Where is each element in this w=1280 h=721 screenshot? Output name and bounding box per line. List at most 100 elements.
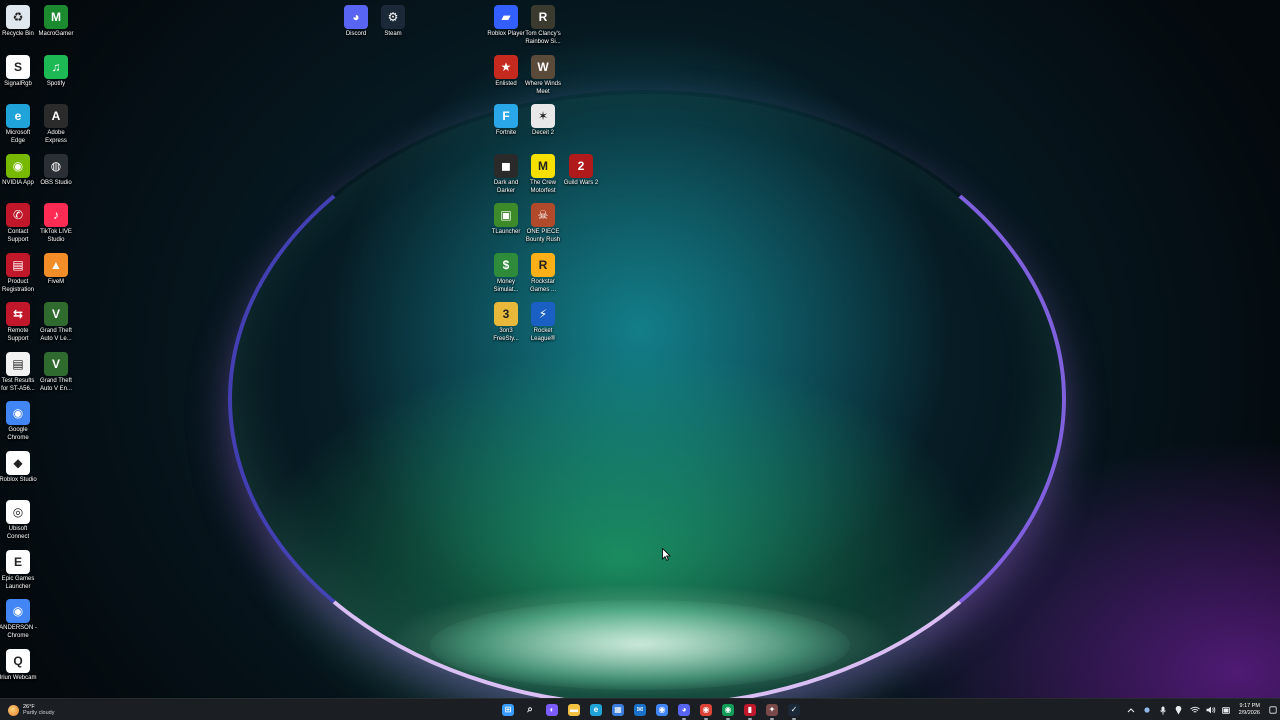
microphone-icon[interactable] xyxy=(1155,699,1171,721)
chrome-profile-button[interactable]: ◉ xyxy=(695,699,717,721)
desktop-background[interactable]: ♻ Recycle Bin M MacroGamer S SignalRgb ♫ Spotif… xyxy=(0,0,1280,698)
copilot-icon: ◐ xyxy=(546,704,558,716)
desktop-icon-label: 3on3 FreeSty... xyxy=(493,328,519,342)
desktop-icon[interactable]: ◉ NVIDIA App xyxy=(0,151,38,188)
desktop-icon[interactable]: ✆ Contact Support xyxy=(0,200,38,244)
desktop-icon[interactable]: ★ Enlisted xyxy=(486,52,526,89)
desktop-icon[interactable]: V Grand Theft Auto V Le... xyxy=(36,299,76,343)
system-tray: 9:17 PM 2/9/2026 xyxy=(1123,699,1280,721)
macrogamer-icon: M xyxy=(44,5,68,29)
remote-support-icon: ⇆ xyxy=(6,302,30,326)
desktop-icon[interactable]: S SignalRgb xyxy=(0,52,38,89)
desktop-icon[interactable]: W Where Winds Meet xyxy=(523,52,563,96)
desktop-icon[interactable]: ▤ Product Registration xyxy=(0,250,38,294)
enlisted-icon: ★ xyxy=(494,55,518,79)
desktop-icon[interactable]: R Tom Clancy's Rainbow Si... xyxy=(523,2,563,46)
desktop-icon-label: ANDERSON - Chrome xyxy=(0,625,37,639)
desktop-icon[interactable]: A Adobe Express xyxy=(36,101,76,145)
weather-widget[interactable]: 26°F Partly cloudy xyxy=(8,702,55,718)
desktop-icon-label: Adobe Express xyxy=(45,130,67,144)
desktop-icon-label: NVIDIA App xyxy=(2,180,34,186)
volume-icon[interactable] xyxy=(1203,699,1219,721)
chrome-profile2-button[interactable]: ◉ xyxy=(717,699,739,721)
document-icon: ▤ xyxy=(6,352,30,376)
network-activity-icon[interactable] xyxy=(1139,699,1155,721)
edge-button[interactable]: e xyxy=(585,699,607,721)
wifi-icon[interactable] xyxy=(1187,699,1203,721)
desktop-icon-label: Steam xyxy=(384,31,402,37)
mail-icon: ✉ xyxy=(634,704,646,716)
desktop-icon-label: Spotify xyxy=(46,81,66,87)
steam-button[interactable]: ✓ xyxy=(783,699,805,721)
clock[interactable]: 9:17 PM 2/9/2026 xyxy=(1239,703,1260,717)
desktop-icon[interactable]: ⇆ Remote Support xyxy=(0,299,38,343)
app-tools-button[interactable]: ✦ xyxy=(761,699,783,721)
desktop-icon[interactable]: $ Money Simulat... xyxy=(486,250,526,294)
desktop-icon[interactable]: ♪ TikTok LIVE Studio xyxy=(36,200,76,244)
desktop-icon-label: Dark and Darker xyxy=(493,180,519,194)
location-icon[interactable] xyxy=(1171,699,1187,721)
taskbar: 26°F Partly cloudy ⊞ ⌕ ◐ ▬ e ▦ ✉ ◉ ◕ ◉ ◉ ▮ ✦ ✓ 9:17 P… xyxy=(0,698,1280,720)
desktop-icon-label: TikTok LIVE Studio xyxy=(40,229,72,243)
start-button[interactable]: ⊞ xyxy=(497,699,519,721)
desktop-icon[interactable]: R Rockstar Games ... xyxy=(523,250,563,294)
desktop-icon[interactable]: E Epic Games Launcher xyxy=(0,547,38,591)
desktop-icon[interactable]: 2 Guild Wars 2 xyxy=(561,151,601,188)
desktop-icon[interactable]: ✶ Deceit 2 xyxy=(523,101,563,138)
desktop-icon[interactable]: ▤ Test Results for ST-A56... xyxy=(0,349,38,393)
desktop-icon[interactable]: ☠ ONE PIECE Bounty Rush xyxy=(523,200,563,244)
edge-icon: e xyxy=(6,104,30,128)
chrome-button[interactable]: ◉ xyxy=(651,699,673,721)
desktop-icon[interactable]: ▣ TLauncher xyxy=(486,200,526,237)
app-red-button[interactable]: ▮ xyxy=(739,699,761,721)
desktop-icon[interactable]: ◎ Ubisoft Connect xyxy=(0,497,38,541)
desktop-icon[interactable]: M The Crew Motorfest xyxy=(523,151,563,195)
iriun-icon: Q xyxy=(6,649,30,673)
desktop-icon[interactable]: ◍ OBS Studio xyxy=(36,151,76,188)
desktop-icon[interactable]: ◕ Discord xyxy=(336,2,376,39)
desktop-icon[interactable]: ◆ Roblox Studio xyxy=(0,448,38,485)
partly-cloudy-icon xyxy=(8,704,19,716)
desktop-icon[interactable]: Q Iriun Webcam xyxy=(0,646,38,683)
desktop-icon[interactable]: ♻ Recycle Bin xyxy=(0,2,38,39)
desktop-icon[interactable]: ⚙ Steam xyxy=(373,2,413,39)
desktop-icon[interactable]: V Grand Theft Auto V En... xyxy=(36,349,76,393)
desktop-icon[interactable]: M MacroGamer xyxy=(36,2,76,39)
search-button[interactable]: ⌕ xyxy=(519,699,541,721)
desktop-icon[interactable]: e Microsoft Edge xyxy=(0,101,38,145)
desktop-icon[interactable]: ◼ Dark and Darker xyxy=(486,151,526,195)
fortnite-icon: F xyxy=(494,104,518,128)
desktop-icon-label: Contact Support xyxy=(7,229,29,243)
desktop-icon-label: Test Results for ST-A56... xyxy=(1,378,35,392)
file-explorer-button[interactable]: ▬ xyxy=(563,699,585,721)
outlook-button[interactable]: ✉ xyxy=(629,699,651,721)
desktop-icon[interactable]: ◉ Google Chrome xyxy=(0,398,38,442)
money-simulator-icon: $ xyxy=(494,253,518,277)
epic-games-icon: E xyxy=(6,550,30,574)
desktop-icon-label: MacroGamer xyxy=(38,31,74,37)
app-icon: ▮ xyxy=(744,704,756,716)
desktop-icon[interactable]: ◉ ANDERSON - Chrome xyxy=(0,596,38,640)
desktop-icon[interactable]: ♫ Spotify xyxy=(36,52,76,89)
chrome-profile-icon: ◉ xyxy=(722,704,734,716)
discord-button[interactable]: ◕ xyxy=(673,699,695,721)
dark-and-darker-icon: ◼ xyxy=(494,154,518,178)
chevron-up-icon[interactable] xyxy=(1123,699,1139,721)
desktop-icon-label: Remote Support xyxy=(7,328,29,342)
desktop-icon[interactable]: 3 3on3 FreeSty... xyxy=(486,299,526,343)
desktop-icon-label: Grand Theft Auto V En... xyxy=(39,378,73,392)
desktop-icon-label: Fortnite xyxy=(495,130,517,136)
desktop-icon[interactable]: ▲ FiveM xyxy=(36,250,76,287)
battery-icon[interactable] xyxy=(1219,699,1235,721)
notification-bell-icon[interactable] xyxy=(1266,699,1280,721)
copilot-button[interactable]: ◐ xyxy=(541,699,563,721)
desktop-icon[interactable]: ▰ Roblox Player xyxy=(486,2,526,39)
desktop-icon[interactable]: F Fortnite xyxy=(486,101,526,138)
crew-motorfest-icon: M xyxy=(531,154,555,178)
desktop-icon[interactable]: ⚡ Rocket League® xyxy=(523,299,563,343)
desktop-icon-label: Google Chrome xyxy=(7,427,29,441)
wallpaper-purple-glow xyxy=(860,420,1280,698)
spotify-icon: ♫ xyxy=(44,55,68,79)
store-button[interactable]: ▦ xyxy=(607,699,629,721)
steam-icon: ✓ xyxy=(788,704,800,716)
